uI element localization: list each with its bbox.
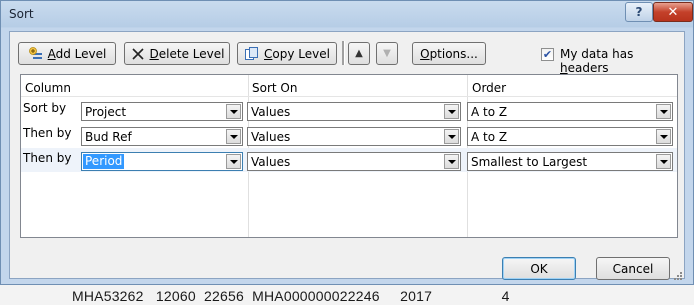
order-select-value: A to Z — [471, 130, 508, 144]
chevron-down-icon[interactable] — [444, 154, 459, 169]
chevron-down-icon[interactable] — [444, 129, 459, 144]
copy-icon — [244, 46, 260, 62]
add-level-label: Add Level — [47, 46, 107, 61]
order-select[interactable]: A to Z — [467, 127, 673, 146]
move-down-icon: ▼ — [383, 48, 391, 59]
check-icon: ✔ — [542, 48, 553, 61]
ok-button[interactable]: OK — [502, 257, 576, 280]
delete-level-label: Delete Level — [149, 46, 225, 61]
help-icon: ? — [635, 5, 643, 19]
order-select-value: A to Z — [471, 105, 508, 119]
move-down-button[interactable]: ▼ — [376, 42, 398, 65]
column-select-value: Project — [85, 105, 127, 119]
sort-on-select[interactable]: Values — [247, 152, 461, 171]
add-level-icon — [28, 46, 44, 62]
cancel-button[interactable]: Cancel — [596, 257, 670, 280]
header-divider — [21, 96, 677, 97]
chevron-down-icon[interactable] — [656, 154, 671, 169]
sort-on-select[interactable]: Values — [247, 127, 461, 146]
add-level-button[interactable]: Add Level — [18, 42, 116, 65]
copy-level-label: Copy Level — [264, 46, 330, 61]
dialog-title: Sort — [9, 7, 34, 21]
sort-on-select-value: Values — [251, 130, 291, 144]
then-by-label: Then by — [23, 126, 72, 140]
toolbar-separator — [342, 41, 345, 65]
order-select-value: Smallest to Largest — [471, 155, 588, 169]
column-select[interactable]: Period — [81, 152, 243, 171]
chevron-down-icon[interactable] — [444, 104, 459, 119]
order-header: Order — [472, 81, 507, 95]
my-data-has-headers-label[interactable]: My data has headers — [560, 47, 684, 75]
column-select[interactable]: Project — [81, 102, 243, 121]
sort-by-label: Sort by — [23, 101, 67, 115]
sort-on-select[interactable]: Values — [247, 102, 461, 121]
sort-on-header: Sort On — [252, 81, 298, 95]
sort-dialog: Sort ? ✕ Add Level Delete Level Copy Lev… — [0, 0, 694, 285]
move-up-button[interactable]: ▲ — [348, 42, 370, 65]
column-header: Column — [25, 81, 71, 95]
column-select-value: Bud Ref — [85, 130, 132, 144]
cancel-label: Cancel — [612, 261, 654, 276]
help-button[interactable]: ? — [625, 2, 653, 22]
options-label: Options... — [420, 46, 478, 61]
move-up-icon: ▲ — [355, 48, 363, 59]
my-data-has-headers-checkbox[interactable]: ✔ — [541, 48, 554, 61]
sort-on-select-value: Values — [251, 105, 291, 119]
order-select[interactable]: A to Z — [467, 102, 673, 121]
dialog-body: Add Level Delete Level Copy Level ▲ ▼ Op… — [9, 31, 685, 280]
title-bar[interactable]: Sort ? ✕ — [1, 1, 693, 28]
chevron-down-icon[interactable] — [226, 129, 241, 144]
chevron-down-icon[interactable] — [656, 104, 671, 119]
background-worksheet-row: MHA53262 12060 22656 MHA000000022246 201… — [72, 288, 510, 304]
close-button[interactable]: ✕ — [653, 2, 693, 22]
column-select-value: Period — [83, 154, 125, 169]
close-icon: ✕ — [667, 4, 679, 20]
chevron-down-icon[interactable] — [226, 154, 241, 169]
delete-x-icon — [130, 46, 146, 62]
order-select[interactable]: Smallest to Largest — [467, 152, 673, 171]
chevron-down-icon[interactable] — [656, 129, 671, 144]
chevron-down-icon[interactable] — [226, 104, 241, 119]
then-by-label: Then by — [23, 151, 72, 165]
ok-label: OK — [530, 261, 548, 276]
delete-level-button[interactable]: Delete Level — [124, 42, 230, 65]
sort-on-select-value: Values — [251, 155, 291, 169]
resize-grip-icon[interactable] — [674, 270, 683, 280]
sort-levels-grid: Column Sort On Order Sort by Project Val… — [20, 74, 678, 238]
copy-level-button[interactable]: Copy Level — [237, 42, 337, 65]
column-select[interactable]: Bud Ref — [81, 127, 243, 146]
options-button[interactable]: Options... — [412, 42, 486, 65]
